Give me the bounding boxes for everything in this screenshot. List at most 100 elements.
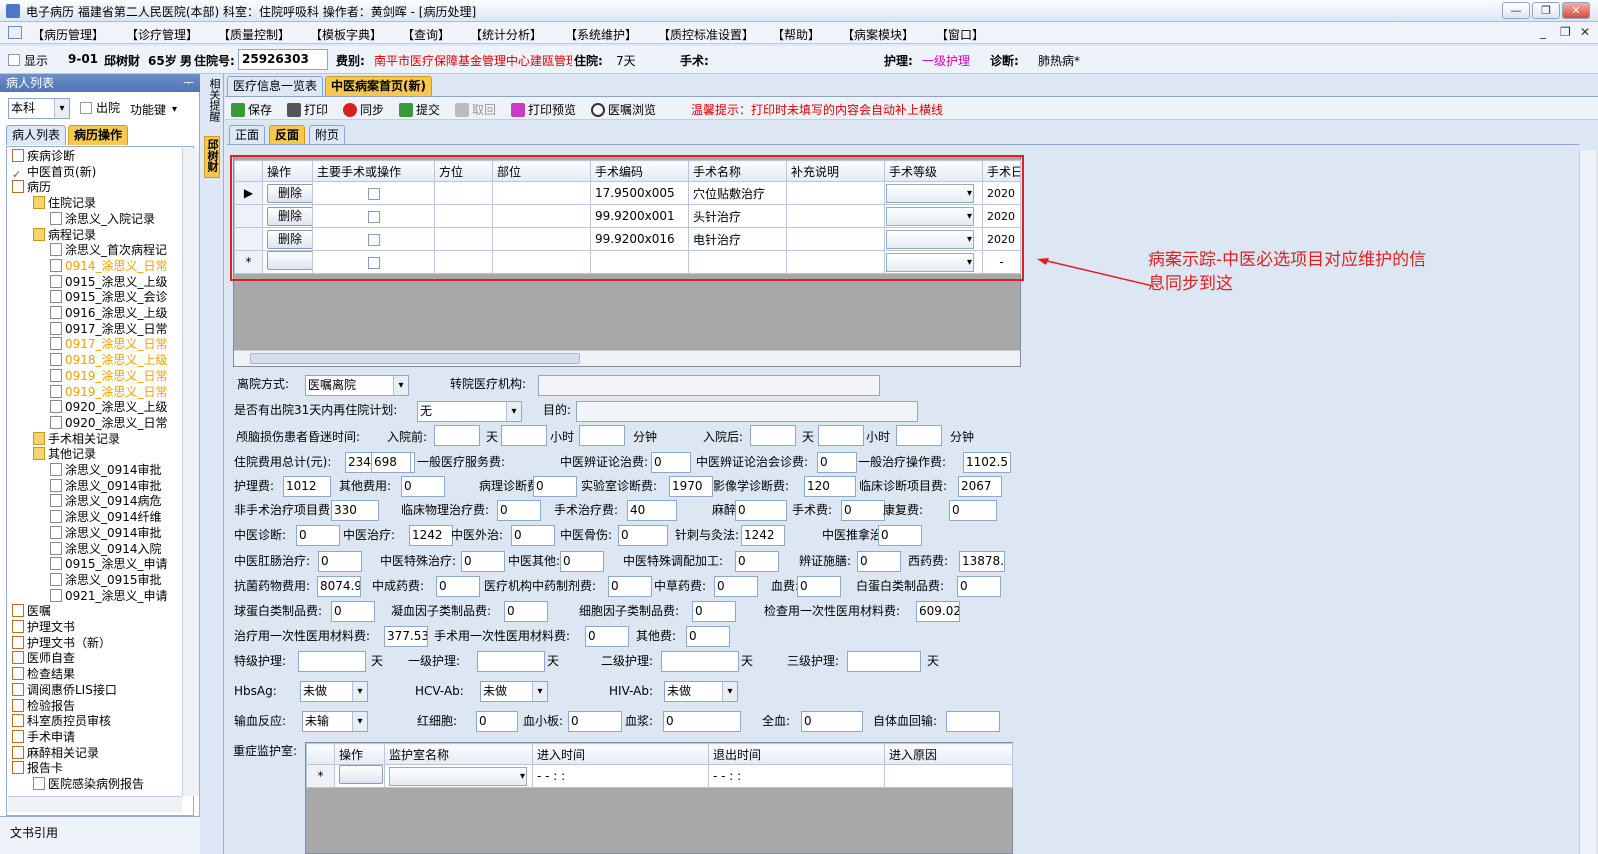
tree-node[interactable]: 手术相关记录 bbox=[33, 431, 120, 447]
fee-field[interactable]: 0 bbox=[618, 525, 668, 546]
icu-col-operation[interactable]: 操作 bbox=[334, 743, 385, 765]
tree-node[interactable]: 病历 bbox=[12, 179, 51, 195]
tree-node[interactable]: 0917_涂思义_日常 bbox=[50, 321, 168, 337]
menu-window[interactable]: 【窗口】 bbox=[936, 26, 984, 43]
tree-node[interactable]: 涂思义_0914审批 bbox=[50, 478, 162, 494]
fee-field[interactable]: 0 bbox=[497, 500, 541, 521]
mdi-close-button[interactable]: ✕ bbox=[1580, 25, 1590, 39]
tree-node[interactable]: ✓ 中医首页(新) bbox=[12, 164, 96, 181]
tree-node[interactable]: 涂思义_0914纤维 bbox=[50, 509, 162, 525]
tab-patient-list[interactable]: 病人列表 bbox=[6, 125, 67, 145]
tree-node[interactable]: 检查结果 bbox=[12, 666, 75, 682]
tree-node[interactable]: 涂思义_0914审批 bbox=[50, 525, 162, 541]
plasma-field[interactable]: 0 bbox=[663, 711, 741, 732]
pin-icon[interactable]: ᅮ bbox=[183, 74, 194, 92]
menu-treatment-management[interactable]: 【诊疗管理】 bbox=[126, 26, 198, 43]
print-preview-button[interactable]: 打印预览 bbox=[511, 101, 576, 118]
fee-field[interactable]: 0 bbox=[585, 626, 629, 647]
maximize-button[interactable]: ❐ bbox=[1532, 2, 1560, 19]
before-minutes-field[interactable] bbox=[579, 425, 625, 446]
hiv-select[interactable]: 未做 bbox=[664, 681, 738, 702]
tree-node[interactable]: 检验报告 bbox=[12, 698, 75, 714]
fee-field[interactable]: 0 bbox=[857, 551, 901, 572]
after-days-field[interactable] bbox=[750, 425, 796, 446]
submit-button[interactable]: 提交 bbox=[399, 101, 440, 118]
tree-node[interactable]: 其他记录 bbox=[33, 446, 96, 462]
fee-field[interactable]: 0 bbox=[797, 576, 841, 597]
tree-node[interactable]: 0915_涂思义_申请 bbox=[50, 556, 168, 572]
fee-field[interactable]: 330 bbox=[331, 500, 379, 521]
tab-front-page[interactable]: 正面 bbox=[229, 125, 266, 145]
tree-node[interactable]: 报告卡 bbox=[12, 760, 63, 776]
tree-node[interactable]: 病程记录 bbox=[33, 227, 96, 243]
fee-field[interactable]: 0 bbox=[957, 576, 1001, 597]
tree-node[interactable]: 0920_涂思义_上级 bbox=[50, 399, 168, 415]
tab-tcm-record-home[interactable]: 中医病案首页(新) bbox=[325, 76, 432, 96]
tree-node[interactable]: 涂思义_入院记录 bbox=[50, 211, 155, 227]
chevron-down-icon[interactable]: ▾ bbox=[172, 100, 177, 120]
fee-field[interactable]: 0 bbox=[560, 551, 604, 572]
fee-field[interactable]: 0 bbox=[533, 476, 577, 497]
special-care-field[interactable] bbox=[298, 651, 366, 672]
tree-node[interactable]: 护理文书（新） bbox=[12, 635, 111, 651]
hbsag-select[interactable]: 未做 bbox=[300, 681, 368, 702]
print-button[interactable]: 打印 bbox=[287, 101, 328, 118]
tree-node[interactable]: 医院感染病例报告 bbox=[33, 776, 144, 792]
care3-field[interactable] bbox=[847, 651, 921, 672]
save-button[interactable]: 保存 bbox=[231, 101, 272, 118]
retrieve-button[interactable]: 取回 bbox=[455, 101, 496, 118]
icu-enter-time-cell[interactable]: - - : : bbox=[532, 764, 709, 788]
fee-field[interactable]: 0 bbox=[735, 500, 787, 521]
tree-node[interactable]: 手术申请 bbox=[12, 729, 75, 745]
tree-node[interactable]: 护理文书 bbox=[12, 619, 75, 635]
dept-select[interactable]: 本科 bbox=[8, 98, 70, 119]
fee-field[interactable]: 0 bbox=[296, 525, 340, 546]
care2-field[interactable] bbox=[661, 651, 739, 672]
whole-blood-field[interactable]: 0 bbox=[801, 711, 863, 732]
before-days-field[interactable] bbox=[434, 425, 480, 446]
tree-node[interactable]: 涂思义_0914病危 bbox=[50, 493, 162, 509]
tree-node[interactable]: 0920_涂思义_日常 bbox=[50, 415, 168, 431]
rbc-field[interactable]: 0 bbox=[476, 711, 518, 732]
tab-record-operations[interactable]: 病历操作 bbox=[68, 125, 129, 145]
sync-button[interactable]: 同步 bbox=[343, 101, 384, 118]
document-reference-label[interactable]: 文书引用 bbox=[10, 823, 58, 843]
fee-field[interactable]: 1102.5 bbox=[963, 452, 1011, 473]
icu-col-reason[interactable]: 进入原因 bbox=[884, 743, 1013, 765]
tree-node[interactable]: 0915_涂思义_上级 bbox=[50, 274, 168, 290]
fee-field[interactable]: 0 bbox=[714, 576, 758, 597]
fee-field[interactable]: 0 bbox=[735, 551, 779, 572]
menu-help[interactable]: 【帮助】 bbox=[772, 26, 820, 43]
tree-node[interactable]: 0917_涂思义_日常 bbox=[50, 336, 168, 352]
discharged-checkbox[interactable] bbox=[80, 102, 92, 114]
fee-field[interactable]: 0 bbox=[318, 551, 362, 572]
fee-field[interactable]: 0 bbox=[436, 576, 480, 597]
menu-case-module[interactable]: 【病案模块】 bbox=[842, 26, 914, 43]
tree-node[interactable]: 涂思义_0914入院 bbox=[50, 541, 162, 557]
platelet-field[interactable]: 0 bbox=[568, 711, 622, 732]
after-hours-field[interactable] bbox=[818, 425, 864, 446]
mdi-minimize-button[interactable]: _ bbox=[1540, 25, 1546, 39]
menu-system-maintenance[interactable]: 【系统维护】 bbox=[565, 26, 637, 43]
fee-field[interactable]: 0 bbox=[686, 626, 730, 647]
tree-node[interactable]: 住院记录 bbox=[33, 195, 96, 211]
tree-node[interactable]: 医嘱 bbox=[12, 603, 51, 619]
menu-qc-standard-settings[interactable]: 【质控标准设置】 bbox=[658, 26, 754, 43]
fee-field[interactable]: 0 bbox=[817, 452, 857, 473]
mdi-restore-button[interactable]: ❐ bbox=[1560, 25, 1571, 39]
fee-field[interactable]: 120 bbox=[804, 476, 856, 497]
hcv-select[interactable]: 未做 bbox=[480, 681, 548, 702]
inpatient-no-field[interactable]: 25926303 bbox=[238, 49, 328, 70]
fee-field[interactable]: 609.02 bbox=[916, 601, 960, 622]
tree-vertical-scrollbar[interactable] bbox=[182, 148, 199, 796]
icu-name-cell[interactable] bbox=[384, 764, 533, 788]
tree-node[interactable]: 涂思义_0914审批 bbox=[50, 462, 162, 478]
fee-field[interactable]: 0 bbox=[608, 576, 652, 597]
icu-col-exit-time[interactable]: 退出时间 bbox=[708, 743, 885, 765]
fee-field[interactable]: 0 bbox=[511, 525, 555, 546]
fee-field[interactable]: 0 bbox=[841, 500, 885, 521]
fee-field[interactable]: 0 bbox=[401, 476, 445, 497]
purpose-field[interactable] bbox=[576, 401, 918, 422]
autologous-field[interactable] bbox=[946, 711, 1000, 732]
tab-patient-name[interactable]: 邱树财 bbox=[204, 136, 220, 178]
